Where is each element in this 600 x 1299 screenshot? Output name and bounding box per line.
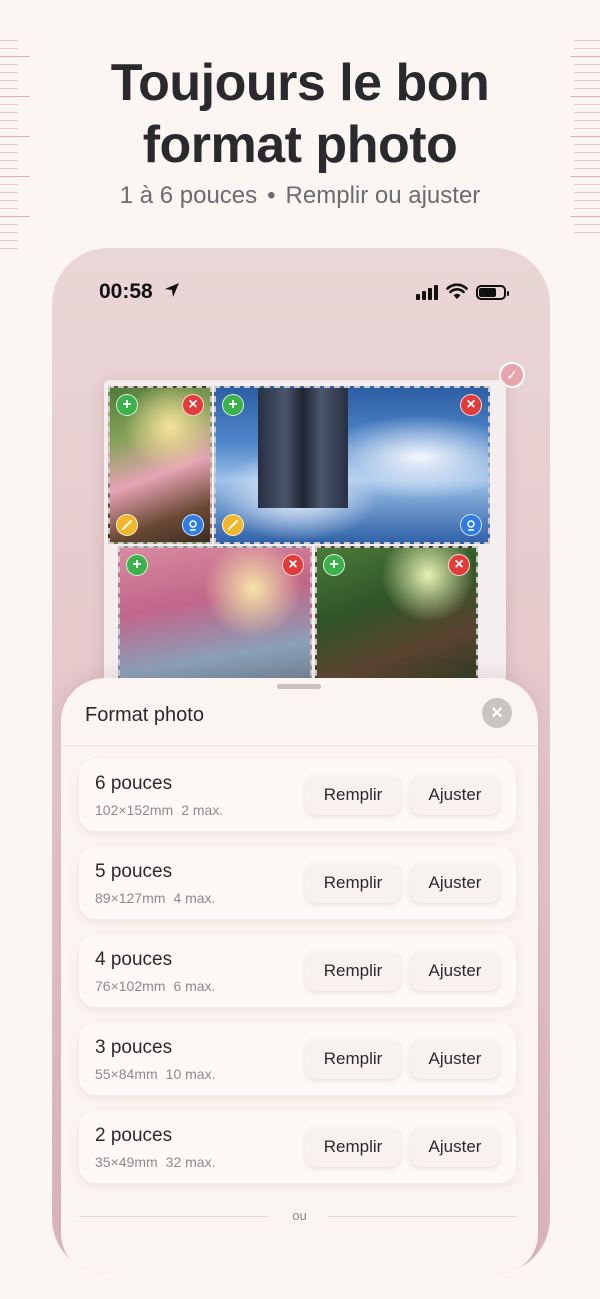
format-row-5in[interactable]: 5 pouces 89×127mm 4 max. Remplir Ajuster bbox=[79, 847, 516, 919]
format-row-3in[interactable]: 3 pouces 55×84mm 10 max. Remplir Ajuster bbox=[79, 1023, 516, 1095]
format-size: 35×49mm bbox=[95, 1154, 158, 1170]
delete-photo-icon[interactable]: × bbox=[282, 554, 304, 576]
format-max-count: 2 max. bbox=[181, 802, 224, 818]
format-details: 35×49mm 32 max. bbox=[95, 1154, 215, 1170]
fill-button[interactable]: Remplir bbox=[305, 863, 401, 903]
format-name: 5 pouces bbox=[95, 861, 173, 882]
format-size: 55×84mm bbox=[95, 1066, 158, 1082]
face-detect-icon[interactable] bbox=[460, 514, 482, 536]
format-name: 4 pouces bbox=[95, 949, 173, 970]
fill-button[interactable]: Remplir bbox=[305, 1127, 401, 1167]
format-max-count: 4 max. bbox=[173, 890, 216, 906]
sheet-grabber-handle[interactable] bbox=[277, 684, 321, 689]
close-icon[interactable]: × bbox=[482, 698, 512, 728]
format-bottom-sheet: Format photo × 6 pouces 102×152mm 2 max. … bbox=[61, 678, 538, 1274]
format-row-4in[interactable]: 4 pouces 76×102mm 6 max. Remplir Ajuster bbox=[79, 935, 516, 1007]
edit-pencil-icon[interactable] bbox=[116, 514, 138, 536]
format-name: 6 pouces bbox=[95, 773, 173, 794]
format-max-count: 6 max. bbox=[173, 978, 216, 994]
format-max-count: 32 max. bbox=[165, 1154, 216, 1170]
status-time: 00:58 bbox=[99, 280, 153, 303]
add-photo-icon[interactable]: + bbox=[222, 394, 244, 416]
delete-photo-icon[interactable]: × bbox=[182, 394, 204, 416]
phone-mockup: 00:58 ✓ + × + × + × + × Format photo × 6… bbox=[52, 248, 550, 1274]
or-divider-right bbox=[327, 1216, 517, 1217]
add-photo-icon[interactable]: + bbox=[126, 554, 148, 576]
fit-button[interactable]: Ajuster bbox=[410, 775, 500, 815]
headline: Toujours le bon format photo bbox=[0, 52, 600, 176]
cellular-signal-icon bbox=[416, 285, 438, 300]
add-photo-icon[interactable]: + bbox=[323, 554, 345, 576]
wifi-icon bbox=[446, 283, 468, 299]
format-details: 76×102mm 6 max. bbox=[95, 978, 215, 994]
sheet-title: Format photo bbox=[85, 704, 204, 726]
photo-sky-train[interactable]: + × bbox=[214, 386, 490, 544]
photo-blossom-bridge[interactable]: + × bbox=[118, 546, 312, 686]
format-details: 55×84mm 10 max. bbox=[95, 1066, 215, 1082]
location-arrow-icon bbox=[165, 283, 179, 297]
format-max-count: 10 max. bbox=[165, 1066, 216, 1082]
photo-cherry-blossom-cat[interactable]: + × bbox=[108, 386, 212, 544]
format-row-6in[interactable]: 6 pouces 102×152mm 2 max. Remplir Ajuster bbox=[79, 759, 516, 831]
format-size: 102×152mm bbox=[95, 802, 174, 818]
add-photo-icon[interactable]: + bbox=[116, 394, 138, 416]
headline-line-1: Toujours le bon bbox=[110, 54, 490, 112]
format-details: 102×152mm 2 max. bbox=[95, 802, 223, 818]
subheadline-sizes: 1 à 6 pouces bbox=[119, 182, 258, 209]
fit-button[interactable]: Ajuster bbox=[410, 1039, 500, 1079]
photo-forest-tree[interactable]: + × bbox=[315, 546, 478, 686]
photo-train-shape bbox=[258, 388, 348, 508]
format-name: 3 pouces bbox=[95, 1037, 173, 1058]
format-name: 2 pouces bbox=[95, 1125, 173, 1146]
delete-photo-icon[interactable]: × bbox=[448, 554, 470, 576]
fill-button[interactable]: Remplir bbox=[305, 951, 401, 991]
fit-button[interactable]: Ajuster bbox=[410, 951, 500, 991]
sheet-divider bbox=[61, 745, 538, 746]
face-detect-icon[interactable] bbox=[182, 514, 204, 536]
format-details: 89×127mm 4 max. bbox=[95, 890, 215, 906]
subheadline-separator: • bbox=[267, 182, 276, 209]
headline-line-2: format photo bbox=[142, 116, 458, 174]
format-row-2in[interactable]: 2 pouces 35×49mm 32 max. Remplir Ajuster bbox=[79, 1111, 516, 1183]
fill-button[interactable]: Remplir bbox=[305, 775, 401, 815]
fill-button[interactable]: Remplir bbox=[305, 1039, 401, 1079]
battery-icon bbox=[476, 285, 509, 300]
edit-pencil-icon[interactable] bbox=[222, 514, 244, 536]
delete-photo-icon[interactable]: × bbox=[460, 394, 482, 416]
subheadline: 1 à 6 pouces • Remplir ou ajuster bbox=[0, 182, 600, 210]
subheadline-modes: Remplir ou ajuster bbox=[285, 182, 481, 209]
format-size: 76×102mm bbox=[95, 978, 166, 994]
status-indicators bbox=[416, 282, 509, 300]
fit-button[interactable]: Ajuster bbox=[410, 863, 500, 903]
format-size: 89×127mm bbox=[95, 890, 166, 906]
fit-button[interactable]: Ajuster bbox=[410, 1127, 500, 1167]
